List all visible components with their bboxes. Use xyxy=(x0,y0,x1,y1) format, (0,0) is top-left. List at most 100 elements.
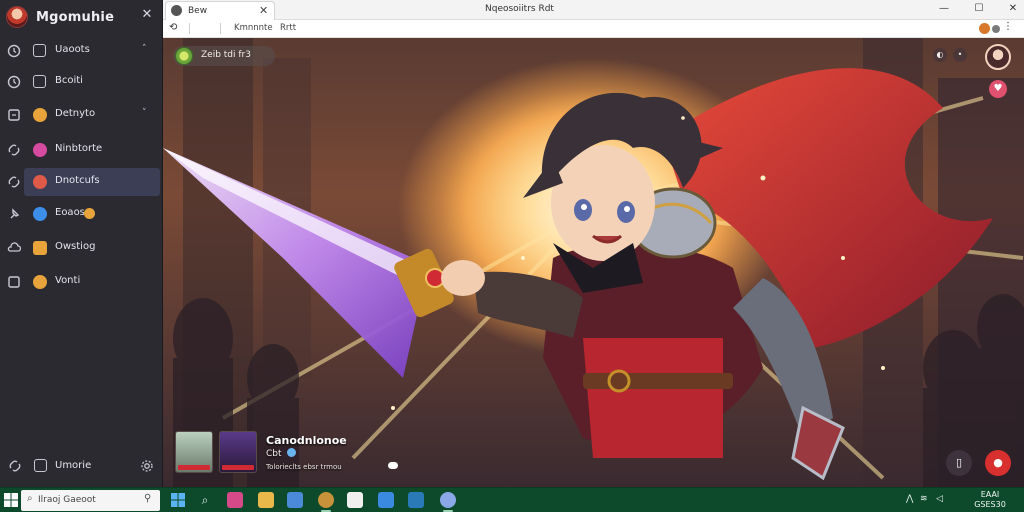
folder-icon[interactable] xyxy=(258,492,274,508)
item-marker-icon xyxy=(33,44,46,57)
sidebar-item-label: Vonti xyxy=(55,275,81,286)
sidebar-footer-label: Umorie xyxy=(55,460,92,471)
sidebar-item-eoaos[interactable]: Eoaos xyxy=(0,200,163,228)
minimize-icon[interactable]: — xyxy=(937,2,951,16)
chevron-up-icon[interactable]: ˄ xyxy=(142,44,147,54)
item-status-icon xyxy=(33,241,47,255)
channel-label: Zeib tdi fr3 xyxy=(201,50,251,60)
gear-icon[interactable] xyxy=(140,459,154,473)
sidebar-item-bcoiti[interactable]: Bcoiti xyxy=(0,68,163,96)
link-icon xyxy=(9,460,21,472)
windows-start-icon[interactable] xyxy=(4,493,18,507)
toolbar-link[interactable]: Kmnnnte xyxy=(234,23,273,33)
verified-icon xyxy=(287,448,296,457)
windows-logo-icon[interactable] xyxy=(170,492,186,508)
sidebar-item-vonti[interactable]: Vonti xyxy=(0,268,163,296)
live-tag xyxy=(222,465,254,470)
stream-meta: Tolorieclts ebsr trmou xyxy=(266,463,342,471)
item-status-icon xyxy=(33,275,47,289)
sidebar-item-label: Ninbtorte xyxy=(55,143,103,154)
box-icon xyxy=(8,276,20,288)
app-icon-chat[interactable] xyxy=(408,492,424,508)
sidebar-footer[interactable]: Umorie xyxy=(0,455,163,479)
item-status-icon xyxy=(33,143,47,157)
wifi-icon[interactable]: ≋ xyxy=(920,494,928,504)
sidebar-item-uaoots[interactable]: Uaoots ˄ xyxy=(0,37,163,65)
channel-pill[interactable]: Zeib tdi fr3 xyxy=(173,46,275,66)
item-marker-icon xyxy=(33,75,46,88)
profile-icon[interactable] xyxy=(992,25,1000,33)
chevron-up-icon[interactable]: ⋀ xyxy=(906,494,913,504)
sidebar-item-dnotcufs[interactable]: Dnotcufs xyxy=(8,168,160,196)
browser-tab[interactable]: Bew ✕ xyxy=(165,1,275,20)
tab-label: Bew xyxy=(188,6,208,16)
item-status-icon xyxy=(33,175,47,189)
link-icon xyxy=(8,144,20,156)
hero-artwork xyxy=(163,38,1024,487)
box-icon xyxy=(8,109,20,121)
app-icon-browser[interactable] xyxy=(440,492,456,512)
speaker-icon[interactable]: ◁ xyxy=(936,494,943,504)
sidebar-item-label: Eoaos xyxy=(55,207,85,218)
user-avatar[interactable] xyxy=(6,6,28,28)
browser-toolbar: ⟲ Kmnnnte Rrtt ⋮ xyxy=(163,20,1024,38)
app-icon-grid[interactable] xyxy=(347,492,363,508)
clock-icon xyxy=(7,75,21,89)
app-icon-photos[interactable] xyxy=(227,492,243,508)
video-stage[interactable]: Zeib tdi fr3 ◐ • ♥ Canodnlonoe Cbt Tolor… xyxy=(163,38,1024,487)
toolbar-divider xyxy=(220,23,221,34)
streamer-avatar[interactable] xyxy=(985,44,1011,70)
taskbar-search-icon[interactable]: ⌕ xyxy=(197,492,213,508)
cloud-icon xyxy=(7,242,21,252)
extension-icon[interactable] xyxy=(979,23,990,34)
stream-title: Canodnlonoe xyxy=(266,434,347,447)
maximize-icon[interactable]: ☐ xyxy=(972,2,986,16)
sidebar-item-ninbtorte[interactable]: Ninbtorte xyxy=(0,136,163,164)
window-titlebar: Bew ✕ Nqeosoiitrs Rdt — ☐ ✕ xyxy=(163,0,1024,20)
kebab-menu-icon[interactable]: ⋮ xyxy=(1003,21,1013,32)
more-icon[interactable]: • xyxy=(953,48,967,62)
coin-icon xyxy=(84,208,95,219)
live-tag xyxy=(178,465,210,470)
sidebar-item-label: Dnotcufs xyxy=(55,175,100,186)
toolbar-link[interactable]: Rrtt xyxy=(280,23,296,33)
window-close-icon[interactable]: ✕ xyxy=(1006,2,1020,16)
toolbar-divider xyxy=(189,23,190,34)
chat-bubble-icon xyxy=(388,462,398,469)
heart-icon[interactable]: ♥ xyxy=(989,80,1007,98)
search-placeholder: Ilraoj Gaeoot xyxy=(38,495,96,505)
item-status-icon xyxy=(33,207,47,221)
tab-favicon-icon xyxy=(171,5,182,16)
tab-close-icon[interactable]: ✕ xyxy=(259,4,268,17)
app-root: Mgomuhie ✕ Uaoots ˄ Bcoiti Detnyto ˅ Nin… xyxy=(0,0,1024,512)
item-marker-icon xyxy=(34,459,47,472)
os-taskbar: ⌕ Ilraoj Gaeoot ⚲ ⌕ ⋀ ≋ ◁ EAAI GSES30 xyxy=(0,487,1024,512)
sidebar: Mgomuhie ✕ Uaoots ˄ Bcoiti Detnyto ˅ Nin… xyxy=(0,0,163,487)
preview-thumbnail[interactable] xyxy=(175,431,213,473)
clock-icon xyxy=(7,44,21,58)
clock-time: EAAI xyxy=(980,490,1000,499)
sidebar-item-detnyto[interactable]: Detnyto ˅ xyxy=(0,101,163,129)
taskbar-search[interactable]: ⌕ Ilraoj Gaeoot ⚲ xyxy=(21,490,160,511)
back-arrow-icon[interactable]: ⟲ xyxy=(169,22,177,33)
search-cursor-icon: ⌕ xyxy=(27,493,33,504)
link-icon xyxy=(8,176,20,188)
phone-icon[interactable]: ▯ xyxy=(946,450,972,476)
pin-icon xyxy=(10,208,20,219)
sidebar-item-label: Uaoots xyxy=(55,44,90,55)
sidebar-header: Mgomuhie ✕ xyxy=(0,0,163,36)
app-icon-store[interactable] xyxy=(287,492,303,508)
app-icon-bird[interactable] xyxy=(378,492,394,508)
app-icon-coin[interactable] xyxy=(318,492,334,512)
sidebar-item-label: Owstiog xyxy=(55,241,96,252)
preview-thumbnail[interactable] xyxy=(219,431,257,473)
taskbar-clock[interactable]: EAAI GSES30 xyxy=(958,490,1022,510)
cast-icon[interactable]: ◐ xyxy=(933,48,947,62)
sidebar-title: Mgomuhie xyxy=(36,10,115,25)
search-icon[interactable]: ⚲ xyxy=(144,493,151,504)
record-icon[interactable]: ● xyxy=(985,450,1011,476)
chevron-down-icon[interactable]: ˅ xyxy=(142,108,147,118)
channel-avatar xyxy=(175,47,193,65)
sidebar-item-owstiog[interactable]: Owstiog xyxy=(0,234,163,262)
close-icon[interactable]: ✕ xyxy=(140,8,154,22)
